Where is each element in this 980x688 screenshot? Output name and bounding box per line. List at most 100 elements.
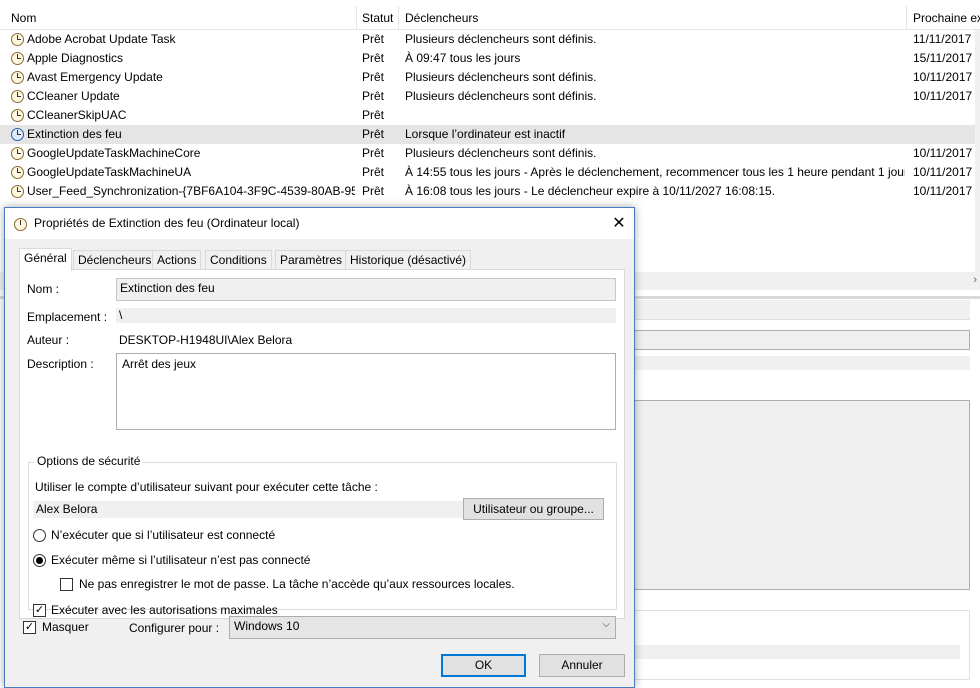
- name-field[interactable]: Extinction des feu: [116, 278, 616, 301]
- task-triggers: À 16:08 tous les jours - Le déclencheur …: [405, 184, 776, 198]
- task-row[interactable]: GoogleUpdateTaskMachineCore Prêt Plusieurs…: [0, 144, 975, 163]
- user-or-group-button[interactable]: Utilisateur ou groupe...: [463, 498, 604, 520]
- task-row[interactable]: User_Feed_Synchronization-{7BF6A104-3F9C…: [0, 182, 975, 201]
- cancel-button[interactable]: Annuler: [539, 654, 625, 677]
- column-divider[interactable]: [906, 6, 907, 30]
- clock-icon: [11, 185, 24, 198]
- task-name: CCleanerSkipUAC: [27, 108, 127, 122]
- clock-icon: [11, 109, 24, 122]
- task-next-run: 10/11/2017 1: [913, 184, 975, 198]
- task-status: Prêt: [362, 70, 385, 84]
- clock-icon: [11, 128, 24, 141]
- task-next-run: 10/11/2017 1: [913, 165, 975, 179]
- clock-icon: [11, 147, 24, 160]
- column-header-triggers[interactable]: Déclencheurs: [405, 11, 478, 25]
- user-account-field: Alex Belora: [33, 501, 464, 518]
- task-name: Extinction des feu: [27, 127, 122, 141]
- task-triggers: À 09:47 tous les jours: [405, 51, 521, 65]
- details-description-box: [634, 400, 970, 590]
- task-triggers: À 14:55 tous les jours - Après le déclen…: [405, 165, 905, 179]
- chevron-down-icon: ⌵: [602, 619, 610, 630]
- clock-icon: [11, 71, 24, 84]
- dialog-titlebar[interactable]: Propriétés de Extinction des feu (Ordina…: [5, 208, 634, 239]
- tab-history[interactable]: Historique (désactivé): [345, 250, 472, 270]
- task-name: GoogleUpdateTaskMachineCore: [27, 146, 201, 160]
- task-row[interactable]: CCleaner Update Prêt Plusieurs déclencheur…: [0, 87, 975, 106]
- details-field: [634, 645, 960, 659]
- run-whether-logged-on-radio[interactable]: [33, 554, 46, 567]
- account-prompt: Utiliser le compte d’utilisateur suivant…: [35, 480, 378, 494]
- task-row[interactable]: CCleanerSkipUAC Prêt: [0, 106, 975, 125]
- task-row[interactable]: Avast Emergency Update Prêt Plusieurs décl…: [0, 68, 975, 87]
- task-name: Avast Emergency Update: [27, 70, 163, 84]
- task-status: Prêt: [362, 89, 385, 103]
- tab-actions[interactable]: Actions: [152, 250, 202, 270]
- clock-icon: [11, 33, 24, 46]
- column-divider[interactable]: [356, 6, 357, 30]
- name-label: Nom :: [27, 282, 60, 296]
- task-row-selected[interactable]: Extinction des feu Prêt Lorsque l’ordinate…: [0, 125, 975, 144]
- tab-triggers[interactable]: Déclencheurs: [73, 250, 157, 270]
- security-options-group: Options de sécurité Utiliser le compte d…: [28, 454, 617, 617]
- task-properties-dialog: Propriétés de Extinction des feu (Ordina…: [4, 207, 635, 688]
- task-name: User_Feed_Synchronization-{7BF6A104-3F9C…: [27, 184, 355, 198]
- hidden-checkbox[interactable]: ✓: [23, 621, 36, 634]
- scroll-right-icon[interactable]: ›: [973, 274, 977, 286]
- author-label: Auteur :: [27, 333, 70, 347]
- task-next-run: 10/11/2017 1: [913, 146, 975, 160]
- column-header-next-run[interactable]: Prochaine ex: [913, 11, 980, 25]
- run-only-logged-on-label[interactable]: N’exécuter que si l’utilisateur est conn…: [51, 528, 275, 542]
- task-status: Prêt: [362, 127, 385, 141]
- task-triggers: Lorsque l’ordinateur est inactif: [405, 127, 566, 141]
- task-name: Apple Diagnostics: [27, 51, 124, 65]
- run-only-logged-on-radio[interactable]: [33, 529, 46, 542]
- task-next-run: 10/11/2017 2: [913, 89, 975, 103]
- author-value: DESKTOP-H1948UI\Alex Belora: [119, 333, 293, 347]
- details-tabstrip: [630, 300, 970, 320]
- tab-general[interactable]: Général: [19, 248, 72, 271]
- description-textarea[interactable]: Arrêt des jeux: [116, 353, 616, 430]
- clock-icon: [11, 166, 24, 179]
- task-next-run: 15/11/2017 0: [913, 51, 975, 65]
- task-row[interactable]: Adobe Acrobat Update Task Prêt Plusieurs d…: [0, 30, 975, 49]
- task-status: Prêt: [362, 146, 385, 160]
- tab-conditions[interactable]: Conditions: [205, 250, 272, 270]
- task-status: Prêt: [362, 51, 385, 65]
- clock-icon: [14, 218, 27, 231]
- task-list-header: Nom Statut Déclencheurs Prochaine ex: [0, 6, 980, 30]
- do-not-store-password-label[interactable]: Ne pas enregistrer le mot de passe. La t…: [79, 577, 515, 591]
- column-divider[interactable]: [398, 6, 399, 30]
- details-field: [634, 330, 970, 350]
- run-whether-logged-on-label[interactable]: Exécuter même si l’utilisateur n’est pas…: [51, 553, 310, 567]
- highest-privileges-label[interactable]: Exécuter avec les autorisations maximale…: [51, 603, 278, 617]
- column-header-status[interactable]: Statut: [362, 11, 393, 25]
- task-name: GoogleUpdateTaskMachineUA: [27, 165, 192, 179]
- task-row[interactable]: Apple Diagnostics Prêt À 09:47 tous les jo…: [0, 49, 975, 68]
- highest-privileges-checkbox[interactable]: ✓: [33, 604, 46, 617]
- tab-settings[interactable]: Paramètres: [275, 250, 348, 270]
- task-status: Prêt: [362, 165, 385, 179]
- task-triggers: Plusieurs déclencheurs sont définis.: [405, 146, 597, 160]
- ok-button[interactable]: OK: [441, 654, 526, 677]
- task-triggers: Plusieurs déclencheurs sont définis.: [405, 70, 597, 84]
- details-field: [634, 356, 970, 370]
- do-not-store-password-checkbox[interactable]: [60, 578, 73, 591]
- task-row[interactable]: GoogleUpdateTaskMachineUA Prêt À 14:55 tou…: [0, 163, 975, 182]
- general-tab-page: Nom : Extinction des feu Emplacement : \…: [19, 269, 625, 619]
- location-field[interactable]: \: [116, 308, 616, 323]
- vertical-scrollbar[interactable]: [975, 30, 980, 280]
- configure-for-value: Windows 10: [234, 619, 300, 633]
- task-status: Prêt: [362, 32, 385, 46]
- security-group-title: Options de sécurité: [34, 454, 144, 468]
- column-header-name[interactable]: Nom: [11, 11, 36, 25]
- task-next-run: 10/11/2017 1: [913, 70, 975, 84]
- task-name: CCleaner Update: [27, 89, 120, 103]
- hidden-label[interactable]: Masquer: [42, 620, 89, 634]
- clock-icon: [11, 90, 24, 103]
- configure-for-select[interactable]: Windows 10 ⌵: [229, 616, 616, 639]
- task-status: Prêt: [362, 108, 385, 122]
- close-button[interactable]: ✕: [604, 208, 634, 239]
- task-name: Adobe Acrobat Update Task: [27, 32, 176, 46]
- clock-icon: [11, 52, 24, 65]
- location-label: Emplacement :: [27, 310, 108, 324]
